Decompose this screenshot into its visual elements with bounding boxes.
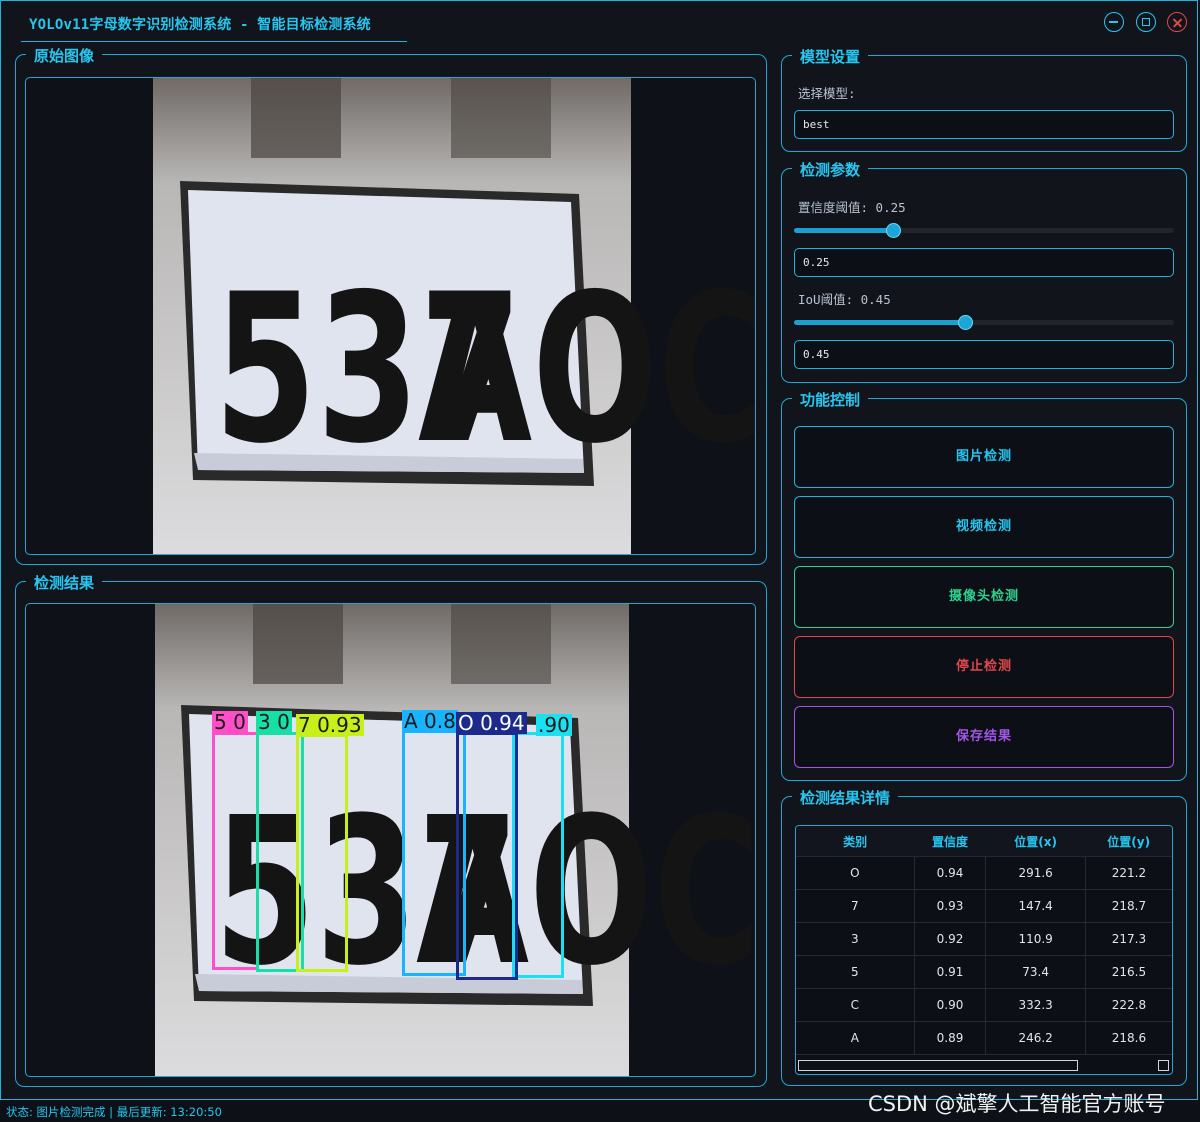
confidence-slider-fill [794, 228, 893, 233]
table-row[interactable]: O 0.94 291.6 221.2 [796, 856, 1172, 890]
watermark: CSDN @斌擎人工智能官方账号 [868, 1092, 1166, 1116]
detection-params-title: 检测参数 [792, 159, 869, 180]
cell-y: 218.6 [1085, 1021, 1172, 1055]
horizontal-scrollbar[interactable] [798, 1060, 1078, 1071]
cell-x: 110.9 [985, 922, 1086, 956]
stop-detect-button[interactable]: 停止检测 [794, 636, 1174, 698]
cell-x: 73.4 [985, 955, 1086, 989]
detection-label-C: .90 [536, 713, 572, 737]
detection-label-A: A 0.8 [402, 709, 458, 733]
table-header-row: 类别 置信度 位置(x) 位置(y) [796, 826, 1172, 857]
detection-details-title: 检测结果详情 [792, 787, 899, 808]
iou-input[interactable]: 0.45 [794, 340, 1174, 369]
result-plate-image: 537 AOC [155, 604, 755, 1076]
image-detect-button[interactable]: 图片检测 [794, 426, 1174, 488]
cell-y: 222.8 [1085, 988, 1172, 1022]
cell-confidence: 0.89 [914, 1021, 987, 1055]
header-position-y[interactable]: 位置(y) [1085, 826, 1172, 857]
detection-box-O [456, 732, 518, 980]
table-row[interactable]: 5 0.91 73.4 216.5 [796, 955, 1172, 989]
table-row[interactable]: 7 0.93 147.4 218.7 [796, 889, 1172, 923]
header-position-x[interactable]: 位置(x) [985, 826, 1086, 857]
cell-class: C [796, 988, 915, 1022]
detection-label-5: 5 0 [212, 710, 248, 734]
plate-text-right: AOC [418, 251, 756, 490]
cell-confidence: 0.90 [914, 988, 987, 1022]
iou-slider-fill [794, 320, 965, 325]
cell-y: 218.7 [1085, 889, 1172, 923]
iou-slider[interactable] [794, 315, 1174, 330]
results-table: 类别 置信度 位置(x) 位置(y) O 0.94 291.6 221.2 7 0.93… [796, 826, 1172, 1055]
table-row[interactable]: C 0.90 332.3 222.8 [796, 988, 1172, 1022]
title-underline [21, 41, 407, 42]
save-result-button[interactable]: 保存结果 [794, 706, 1174, 768]
header-class[interactable]: 类别 [796, 826, 915, 857]
original-image-title: 原始图像 [26, 45, 103, 66]
cell-y: 221.2 [1085, 856, 1172, 890]
cell-class: 7 [796, 889, 915, 923]
original-plate-image: 537 AOC [153, 78, 756, 554]
title-bar[interactable]: YOLOv11字母数字识别检测系统 - 智能目标检测系统 [1, 1, 1199, 43]
header-confidence[interactable]: 置信度 [914, 826, 986, 857]
window-title: YOLOv11字母数字识别检测系统 - 智能目标检测系统 [29, 17, 371, 33]
cell-x: 332.3 [985, 988, 1086, 1022]
table-row[interactable]: A 0.89 246.2 218.6 [796, 1021, 1172, 1055]
minimize-icon[interactable] [1104, 12, 1124, 32]
cell-confidence: 0.94 [914, 856, 987, 890]
cell-y: 216.5 [1085, 955, 1172, 989]
camera-detect-button[interactable]: 摄像头检测 [794, 566, 1174, 628]
confidence-slider[interactable] [794, 223, 1174, 238]
cell-class: 5 [796, 955, 915, 989]
detection-box-5 [212, 732, 259, 970]
table-row[interactable]: 3 0.92 110.9 217.3 [796, 922, 1172, 956]
maximize-icon[interactable] [1136, 12, 1156, 32]
iou-label: IoU阈值: 0.45 [798, 292, 891, 307]
results-table-container: 类别 置信度 位置(x) 位置(y) O 0.94 291.6 221.2 7 0.93… [795, 825, 1173, 1075]
cell-x: 291.6 [985, 856, 1086, 890]
scrollbar-corner [1158, 1060, 1169, 1071]
cell-class: 3 [796, 922, 915, 956]
model-select[interactable]: best [794, 110, 1174, 139]
cell-x: 147.4 [985, 889, 1086, 923]
model-settings-title: 模型设置 [792, 46, 869, 67]
original-image-frame: 537 AOC [25, 77, 756, 555]
detection-box-C [512, 732, 564, 978]
detection-label-3: 3 0 [256, 710, 292, 734]
video-detect-button[interactable]: 视频检测 [794, 496, 1174, 558]
close-icon[interactable] [1167, 12, 1187, 32]
cell-confidence: 0.92 [914, 922, 987, 956]
iou-slider-handle[interactable] [958, 315, 973, 330]
cell-confidence: 0.91 [914, 955, 987, 989]
cell-class: O [796, 856, 915, 890]
confidence-label: 置信度阈值: 0.25 [798, 200, 906, 215]
app-window: YOLOv11字母数字识别检测系统 - 智能目标检测系统 原始图像 537 AO… [0, 0, 1198, 1100]
cell-confidence: 0.93 [914, 889, 987, 923]
confidence-slider-handle[interactable] [885, 223, 901, 238]
cell-class: A [796, 1021, 915, 1055]
detection-result-title: 检测结果 [26, 572, 103, 593]
cell-x: 246.2 [985, 1021, 1086, 1055]
function-control-title: 功能控制 [792, 389, 869, 410]
confidence-input[interactable]: 0.25 [794, 248, 1174, 277]
detection-label-7: 7 0.93 [296, 713, 364, 737]
detection-label-O: O 0.94 [456, 711, 527, 735]
status-bar: 状态: 图片检测完成 | 最后更新: 13:20:50 [6, 1105, 222, 1119]
cell-y: 217.3 [1085, 922, 1172, 956]
result-image-frame: 537 AOC 5 0 3 0 7 0.93 A 0.8 .90 O 0.94 [25, 603, 756, 1077]
detection-box-7 [296, 734, 348, 972]
model-select-label: 选择模型: [798, 86, 856, 101]
